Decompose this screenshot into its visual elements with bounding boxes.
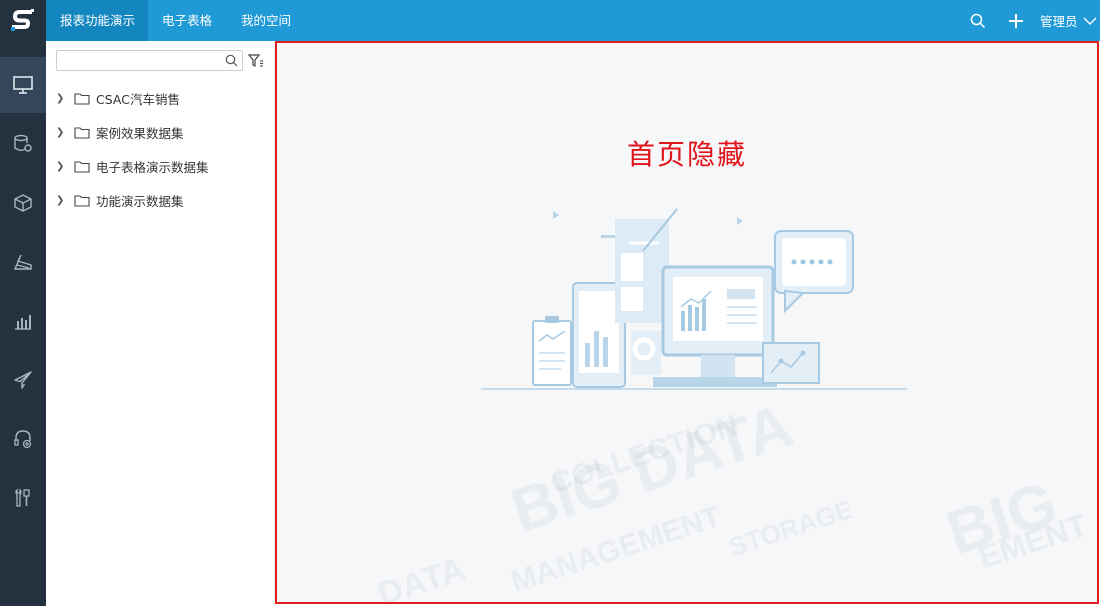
tab-label: 我的空间	[241, 13, 292, 28]
tab-report-demo[interactable]: 报表功能演示	[46, 0, 148, 41]
tree-item-case-dataset[interactable]: ❯ 案例效果数据集	[56, 122, 184, 142]
folder-icon	[74, 160, 90, 173]
chevron-right-icon[interactable]: ❯	[56, 195, 68, 206]
layers-icon	[13, 254, 32, 270]
plus-icon	[1009, 13, 1023, 28]
search-icon	[970, 13, 986, 28]
search-icon[interactable]	[225, 54, 238, 67]
tab-spreadsheet[interactable]: 电子表格	[162, 0, 222, 41]
sidebar-item-support[interactable]	[0, 411, 46, 467]
user-menu[interactable]: 管理员	[1040, 0, 1097, 41]
tree-item-label: 案例效果数据集	[96, 125, 184, 141]
folder-icon	[74, 194, 90, 207]
devices-illustration	[481, 208, 907, 390]
tree-item-label: CSAC汽车销售	[96, 91, 180, 107]
chevron-down-icon	[1083, 17, 1097, 25]
sidebar-item-analysis[interactable]	[0, 293, 46, 349]
tree-item-label: 电子表格演示数据集	[96, 159, 209, 175]
sidebar-item-datasets[interactable]	[0, 175, 46, 231]
sidebar-item-management[interactable]	[0, 470, 46, 526]
search-input[interactable]	[60, 53, 220, 68]
folder-icon	[74, 126, 90, 139]
tab-my-space[interactable]: 我的空间	[241, 0, 301, 41]
headset-icon	[14, 430, 32, 449]
chevron-right-icon[interactable]: ❯	[56, 127, 68, 138]
cube-icon	[14, 194, 32, 212]
chevron-right-icon[interactable]: ❯	[56, 93, 68, 104]
tree-item-function-dataset[interactable]: ❯ 功能演示数据集	[56, 190, 184, 210]
background-watermark: DATA	[373, 550, 470, 604]
app-logo[interactable]	[0, 0, 46, 41]
database-gear-icon	[14, 134, 32, 152]
tab-label: 报表功能演示	[60, 13, 136, 28]
sidebar-item-publish[interactable]	[0, 352, 46, 408]
user-name: 管理员	[1040, 14, 1078, 29]
sidebar-item-data-config[interactable]	[0, 116, 46, 172]
main-sidebar	[0, 41, 46, 606]
background-watermark: STORAGE	[725, 493, 857, 563]
sidebar-item-dashboard[interactable]	[0, 57, 46, 113]
bar-chart-icon	[15, 315, 31, 330]
directory-search	[56, 50, 243, 71]
folder-icon	[74, 92, 90, 105]
chevron-right-icon[interactable]: ❯	[56, 161, 68, 172]
tree-item-csac[interactable]: ❯ CSAC汽车销售	[56, 88, 180, 108]
tab-label: 电子表格	[162, 13, 213, 28]
logo-icon	[11, 8, 34, 31]
page-title: 首页隐藏	[626, 138, 747, 171]
sidebar-item-modeling[interactable]	[0, 234, 46, 290]
tree-item-label: 功能演示数据集	[96, 193, 184, 209]
homepage-content: BIG DATA COLLECTION STORAGE MANAGEMENT D…	[275, 41, 1099, 604]
directory-panel: ❯ CSAC汽车销售 ❯ 案例效果数据集 ❯ 电子表格演示数据集 ❯ 功能演示数…	[46, 41, 276, 606]
monitor-icon	[13, 76, 33, 94]
paper-plane-icon	[14, 371, 32, 389]
search-button[interactable]	[970, 0, 986, 41]
add-button[interactable]	[1008, 0, 1024, 41]
filter-icon[interactable]	[248, 53, 264, 69]
top-navigation-bar: 报表功能演示 电子表格 我的空间 管理员	[0, 0, 1100, 41]
tree-item-spreadsheet-dataset[interactable]: ❯ 电子表格演示数据集	[56, 156, 209, 176]
tools-icon	[15, 488, 30, 507]
